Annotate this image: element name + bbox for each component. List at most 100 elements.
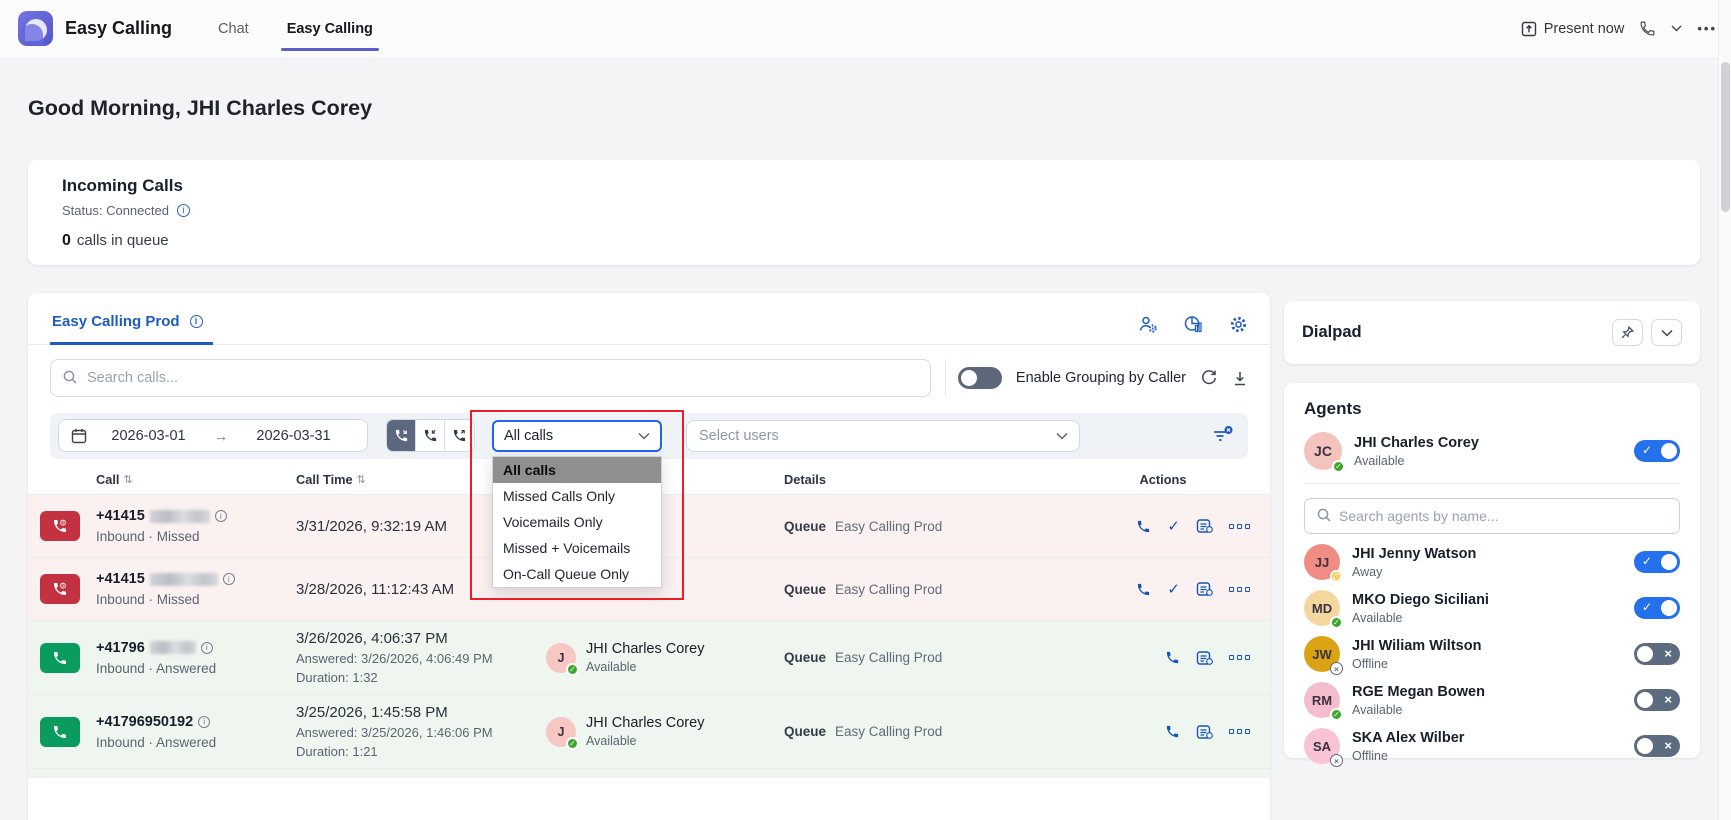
call-type-select[interactable]: All calls [492,420,662,452]
table-row[interactable]: +41796950192 i Inbound · Answered 3/25/20… [28,694,1270,768]
column-header-call[interactable]: Call [96,472,119,487]
avatar-initials: SA [1312,738,1332,754]
info-icon[interactable]: i [214,510,227,522]
call-back-icon[interactable] [1165,724,1180,739]
call-back-icon[interactable] [1136,582,1151,597]
filter-bar: 2026-03-01 → 2026-03-31 All calls All ca… [50,410,1248,600]
grouping-toggle-label: Enable Grouping by Caller [1015,370,1186,386]
agent-availability-toggle[interactable]: × [1634,735,1680,757]
avatar-initials: MD [1311,600,1333,616]
agent-status: Available [586,660,637,674]
mark-handled-icon[interactable]: ✓ [1167,517,1180,535]
analytics-icon[interactable] [1184,315,1203,334]
missed-call-icon [40,574,80,604]
agent-settings-icon[interactable] [1138,315,1158,334]
date-range-picker[interactable]: 2026-03-01 → 2026-03-31 [58,419,368,452]
search-icon [62,369,78,385]
select-users-input[interactable] [686,420,1080,452]
queue-count-label: calls in queue [76,232,169,249]
settings-gear-icon[interactable] [1229,315,1248,334]
tab-easy-calling[interactable]: Easy Calling [280,0,380,57]
tab-chat[interactable]: Chat [214,0,253,57]
avatar: JW × [1304,636,1343,675]
redacted-number [149,572,218,586]
call-back-icon[interactable] [1136,519,1151,534]
agent-status: Offline [1352,656,1388,671]
chevron-down-icon[interactable] [1671,25,1682,32]
agents-search-input[interactable] [1304,498,1680,534]
dropdown-option-voicemails-only[interactable]: Voicemails Only [493,509,661,535]
agent-availability-toggle[interactable]: × [1634,689,1680,711]
detail-label: Queue [784,581,827,597]
info-icon[interactable]: i [200,641,213,654]
agent-availability-toggle[interactable]: × [1634,643,1680,665]
sort-icon[interactable]: ⇅ [357,473,366,486]
pin-button[interactable] [1612,319,1643,346]
info-icon[interactable]: i [189,315,203,328]
agent-availability-toggle[interactable]: ✓ [1634,551,1680,573]
missed-call-filter-button[interactable] [416,420,445,451]
dropdown-option-all-calls[interactable]: All calls [493,457,661,483]
refresh-icon[interactable] [1200,369,1218,387]
date-from[interactable]: 2026-03-01 [87,428,210,444]
caller-number: +41415 [96,571,145,587]
grouping-toggle[interactable] [957,367,1002,389]
more-actions-icon[interactable] [1229,586,1250,592]
info-icon[interactable]: i [198,715,211,728]
call-back-icon[interactable] [1165,650,1180,665]
call-notes-icon[interactable] [1196,581,1213,597]
table-row [28,768,1270,778]
detail-value: Easy Calling Prod [835,650,943,665]
dropdown-option-missed-calls-only[interactable]: Missed Calls Only [493,483,661,509]
dropdown-option-missed-voicemails[interactable]: Missed + Voicemails [493,535,661,561]
available-status-badge: ✓ [566,662,579,676]
more-actions-icon[interactable] [1229,523,1250,529]
incoming-call-filter-button[interactable] [387,420,416,451]
agent-availability-toggle[interactable]: ✓ [1634,440,1680,462]
scrollbar-track[interactable] [1718,0,1731,820]
clear-filters-icon[interactable] [1212,425,1234,445]
screen-share-icon [1521,21,1537,37]
more-options-icon[interactable]: ••• [1697,21,1717,36]
current-agent-row: JC ✓ JHI Charles Corey Available ✓ [1304,432,1680,473]
call-notes-icon[interactable] [1196,650,1213,666]
available-status-badge: ✓ [1332,460,1345,473]
search-calls-input[interactable] [50,359,931,397]
detail-value: Easy Calling Prod [835,581,943,597]
agent-status: Available [1352,610,1403,625]
answered-time: Answered: 3/26/2026, 4:06:49 PM [296,651,493,666]
collapse-button[interactable] [1651,319,1682,346]
agent-row: SA × SKA Alex Wilber Offline × [1304,728,1680,767]
call-notes-icon[interactable] [1196,518,1213,534]
agents-search-box [1304,498,1680,534]
date-to[interactable]: 2026-03-31 [232,428,355,444]
mark-handled-icon[interactable]: ✓ [1167,580,1180,598]
call-direction: Inbound · Answered [96,660,217,676]
available-status-badge: ✓ [1330,708,1343,721]
call-direction: Inbound · Answered [96,734,217,750]
info-icon[interactable]: i [222,573,235,585]
table-row[interactable]: +41796 i Inbound · Answered 3/26/2026, 4:… [28,620,1270,694]
select-users-box [686,420,1080,452]
app-logo-icon [18,11,53,46]
detail-label: Queue [784,724,827,739]
info-icon[interactable]: i [176,204,190,217]
more-actions-icon[interactable] [1229,729,1250,734]
call-notes-icon[interactable] [1196,724,1213,740]
outgoing-call-filter-button[interactable] [445,420,474,451]
call-type-selected-value: All calls [504,428,554,444]
phone-icon[interactable] [1639,20,1656,37]
tab-easy-calling-prod[interactable]: Easy Calling Prod i [50,313,213,345]
more-actions-icon[interactable] [1229,655,1250,660]
column-header-call-time[interactable]: Call Time [296,472,353,487]
dropdown-option-on-call-queue-only[interactable]: On-Call Queue Only [493,561,661,587]
navbar-tabs: Chat Easy Calling [214,0,407,57]
sort-icon[interactable]: ⇅ [123,473,132,486]
agent-name: JHI Charles Corey [586,641,705,657]
download-icon[interactable] [1232,370,1248,387]
agent-status: Available [586,734,637,748]
agent-availability-toggle[interactable]: ✓ [1634,597,1680,619]
present-now-button[interactable]: Present now [1521,21,1624,37]
avatar: RM ✓ [1304,682,1343,721]
scrollbar-thumb[interactable] [1721,62,1730,212]
